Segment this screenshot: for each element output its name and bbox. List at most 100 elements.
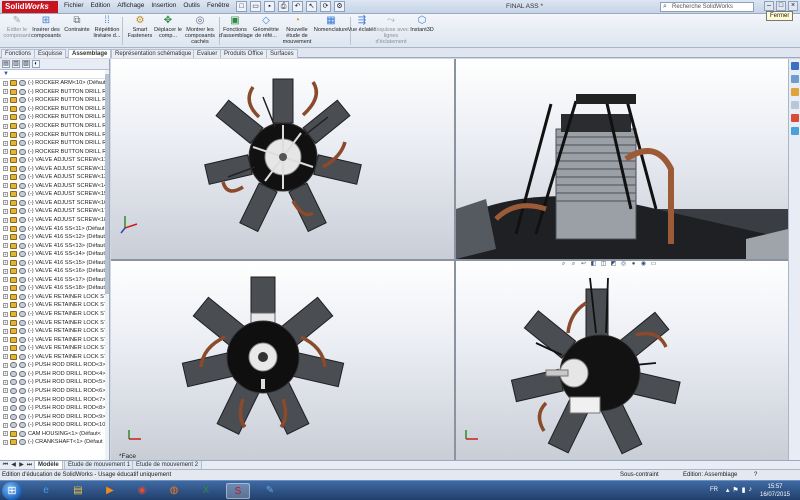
tree-item[interactable]: + (-) ROCKER BUTTON DRILL R — [0, 139, 109, 148]
expand-icon[interactable]: + — [3, 354, 8, 360]
show-hidden-button[interactable]: ◎ Montrer les composants cachés — [182, 15, 218, 45]
apply-scene-icon[interactable]: ◉ — [640, 261, 647, 268]
expand-icon[interactable]: + — [3, 140, 8, 146]
explode-line-sketch-button[interactable]: ⤳ Esquisse avec lignes d'éclatement — [373, 15, 409, 45]
prev-tab-arrow-icon[interactable]: ◀ — [10, 461, 17, 469]
expand-icon[interactable]: + — [3, 200, 8, 206]
chrome-icon[interactable]: ◉ — [130, 483, 154, 499]
save-icon[interactable]: ▪ — [264, 1, 275, 12]
tree-item[interactable]: + (-) VALVE 416 SS<17> (Défaut — [0, 276, 109, 285]
expand-icon[interactable]: + — [3, 217, 8, 223]
tree-item[interactable]: + (-) VALVE RETAINER LOCK ST — [0, 318, 109, 327]
tab-fonctions[interactable]: Fonctions — [1, 49, 36, 58]
tab-representation-schematique[interactable]: Représentation schématique — [111, 49, 196, 58]
feature-tree-icon[interactable]: ▤ — [2, 60, 10, 68]
zoom-to-fit-icon[interactable]: ⌕ — [560, 261, 567, 268]
custom-properties-icon[interactable] — [791, 127, 799, 135]
start-button[interactable]: ⊞ — [2, 482, 22, 500]
expand-icon[interactable]: + — [3, 123, 8, 129]
new-document-icon[interactable]: □ — [236, 1, 247, 12]
file-explorer-icon[interactable] — [791, 88, 799, 96]
tree-item[interactable]: + (-) ROCKER BUTTON DRILL R — [0, 96, 109, 105]
expand-icon[interactable]: + — [3, 251, 8, 257]
expand-icon[interactable]: + — [3, 234, 8, 240]
tab-produits-office[interactable]: Produits Office — [220, 49, 268, 58]
tree-item[interactable]: + (-) VALVE RETAINER LOCK ST — [0, 335, 109, 344]
menu-insertion[interactable]: Insertion — [151, 2, 176, 9]
tree-item[interactable]: + (-) VALVE 416 SS<18> (Défaut — [0, 284, 109, 293]
menu-fenetre[interactable]: Fenêtre — [207, 2, 229, 9]
expand-icon[interactable]: + — [3, 362, 8, 368]
search-icon[interactable] — [791, 101, 799, 109]
tree-item[interactable]: + (-) PUSH ROD DRILL ROD<8> — [0, 404, 109, 413]
tree-item[interactable]: + (-) VALVE RETAINER LOCK ST — [0, 353, 109, 362]
tree-item[interactable]: + (-) VALVE ADJUST SCREW<13 — [0, 173, 109, 182]
expand-icon[interactable]: + — [3, 320, 8, 326]
expand-icon[interactable]: + — [3, 285, 8, 291]
mate-button[interactable]: ⧉ Contrainte — [61, 15, 93, 33]
instant3d-button[interactable]: ⬡ Instant3D — [406, 15, 438, 33]
tree-item[interactable]: + (-) PUSH ROD DRILL ROD<7> — [0, 395, 109, 404]
expand-icon[interactable]: + — [3, 97, 8, 103]
bom-button[interactable]: ▦ Nomenclature — [313, 15, 349, 33]
help-icon[interactable]: ? — [754, 470, 757, 480]
tree-filter[interactable]: ▼ — [0, 70, 109, 79]
paint-icon[interactable]: ✎ — [258, 483, 282, 499]
edit-appearance-icon[interactable]: ● — [630, 261, 637, 268]
hide-show-items-icon[interactable]: ◎ — [620, 261, 627, 268]
tree-item[interactable]: + (-) PUSH ROD DRILL ROD<6> — [0, 387, 109, 396]
expand-icon[interactable]: + — [3, 311, 8, 317]
expand-icon[interactable]: + — [3, 328, 8, 334]
reference-geometry-button[interactable]: ◇ Géométrie de réfé... — [250, 15, 282, 39]
open-icon[interactable]: ▭ — [250, 1, 261, 12]
tree-scrollbar[interactable] — [105, 70, 109, 460]
select-icon[interactable]: ↖ — [306, 1, 317, 12]
clock[interactable]: 15:57 16/07/2015 — [756, 483, 794, 499]
expand-icon[interactable]: + — [3, 166, 8, 172]
tree-item[interactable]: + (-) VALVE 416 SS<15> (Défaut — [0, 258, 109, 267]
expand-icon[interactable]: + — [3, 174, 8, 180]
expand-icon[interactable]: + — [3, 260, 8, 266]
tree-item[interactable]: + (-) VALVE 416 SS<13> (Défaut — [0, 241, 109, 250]
expand-icon[interactable]: + — [3, 191, 8, 197]
tree-item[interactable]: + (-) ROCKER ARM<10> (Défaut — [0, 79, 109, 88]
internet-explorer-icon[interactable]: e — [34, 483, 58, 499]
tree-item[interactable]: + (-) VALVE RETAINER LOCK ST — [0, 293, 109, 302]
tree-item[interactable]: + CAM HOUSING<1> (Défaut< — [0, 429, 109, 438]
tree-item[interactable]: + (-) PUSH ROD DRILL ROD<3> — [0, 361, 109, 370]
flag-icon[interactable]: ⚑ — [732, 486, 738, 494]
configuration-manager-icon[interactable]: ▧ — [22, 60, 30, 68]
expand-icon[interactable]: + — [3, 89, 8, 95]
display-style-icon[interactable]: ◩ — [610, 261, 617, 268]
tree-item[interactable]: + (-) VALVE 416 SS<14> (Défaut — [0, 250, 109, 259]
expand-icon[interactable]: + — [3, 422, 8, 428]
tree-item[interactable]: + (-) VALVE ADJUST SCREW<17 — [0, 207, 109, 216]
tree-item[interactable]: + (-) PUSH ROD DRILL ROD<9> — [0, 412, 109, 421]
resources-icon[interactable] — [791, 62, 799, 70]
tree-item[interactable]: + (-) ROCKER BUTTON DRILL R — [0, 147, 109, 156]
close-button[interactable]: × — [788, 1, 798, 11]
move-component-button[interactable]: ✥ Déplacer le comp... — [152, 15, 184, 39]
tree-item[interactable]: + (-) VALVE ADJUST SCREW<12 — [0, 164, 109, 173]
section-view-icon[interactable]: ◧ — [590, 261, 597, 268]
expand-icon[interactable]: + — [3, 226, 8, 232]
minimize-button[interactable]: – — [764, 1, 774, 11]
display-manager-icon[interactable]: ◐ — [32, 60, 40, 68]
expand-icon[interactable]: + — [3, 157, 8, 163]
viewport-top-left[interactable] — [111, 59, 454, 259]
rebuild-icon[interactable]: ⟳ — [320, 1, 331, 12]
expand-icon[interactable]: + — [3, 80, 8, 86]
expand-icon[interactable]: + — [3, 106, 8, 112]
expand-icon[interactable]: + — [3, 345, 8, 351]
print-icon[interactable]: ⎙ — [278, 1, 289, 12]
expand-icon[interactable]: + — [3, 439, 8, 445]
search-input[interactable]: ⌕ Recherche SolidWorks — [660, 2, 754, 12]
tree-item[interactable]: + (-) VALVE ADJUST SCREW<15 — [0, 190, 109, 199]
tree-item[interactable]: + (-) ROCKER BUTTON DRILL R — [0, 122, 109, 131]
tree-item[interactable]: + (-) VALVE RETAINER LOCK ST — [0, 301, 109, 310]
tree-item[interactable]: + (-) VALVE ADJUST SCREW<14 — [0, 182, 109, 191]
viewport-top-right[interactable] — [456, 59, 788, 259]
horizontal-viewport-splitter[interactable] — [111, 259, 788, 261]
expand-icon[interactable]: + — [3, 268, 8, 274]
expand-icon[interactable]: + — [3, 371, 8, 377]
